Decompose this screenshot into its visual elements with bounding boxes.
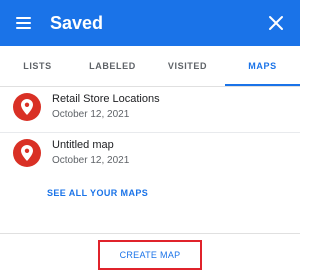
map-pin-icon bbox=[13, 139, 41, 167]
map-date: October 12, 2021 bbox=[52, 155, 130, 166]
create-map-button[interactable]: CREATE MAP bbox=[98, 240, 202, 270]
map-pin-icon bbox=[13, 93, 41, 121]
tab-maps[interactable]: MAPS bbox=[225, 46, 300, 86]
map-date: October 12, 2021 bbox=[52, 109, 130, 120]
map-name: Untitled map bbox=[52, 139, 114, 151]
list-item-map[interactable]: Retail Store Locations October 12, 2021 bbox=[0, 90, 300, 132]
map-name: Retail Store Locations bbox=[52, 93, 160, 105]
list-item-map[interactable]: Untitled map October 12, 2021 bbox=[0, 136, 300, 178]
tab-bar: LISTS LABELED VISITED MAPS bbox=[0, 46, 300, 87]
tab-labeled[interactable]: LABELED bbox=[75, 46, 150, 86]
app-header: Saved bbox=[0, 0, 300, 46]
see-all-maps-link[interactable]: SEE ALL YOUR MAPS bbox=[47, 188, 148, 198]
close-icon[interactable] bbox=[266, 13, 286, 33]
page-title: Saved bbox=[50, 13, 104, 33]
tab-lists[interactable]: LISTS bbox=[0, 46, 75, 86]
divider bbox=[0, 132, 300, 133]
hamburger-menu-icon[interactable] bbox=[14, 13, 34, 33]
footer-divider bbox=[0, 233, 300, 234]
active-tab-indicator bbox=[225, 84, 300, 86]
tab-visited[interactable]: VISITED bbox=[150, 46, 225, 86]
